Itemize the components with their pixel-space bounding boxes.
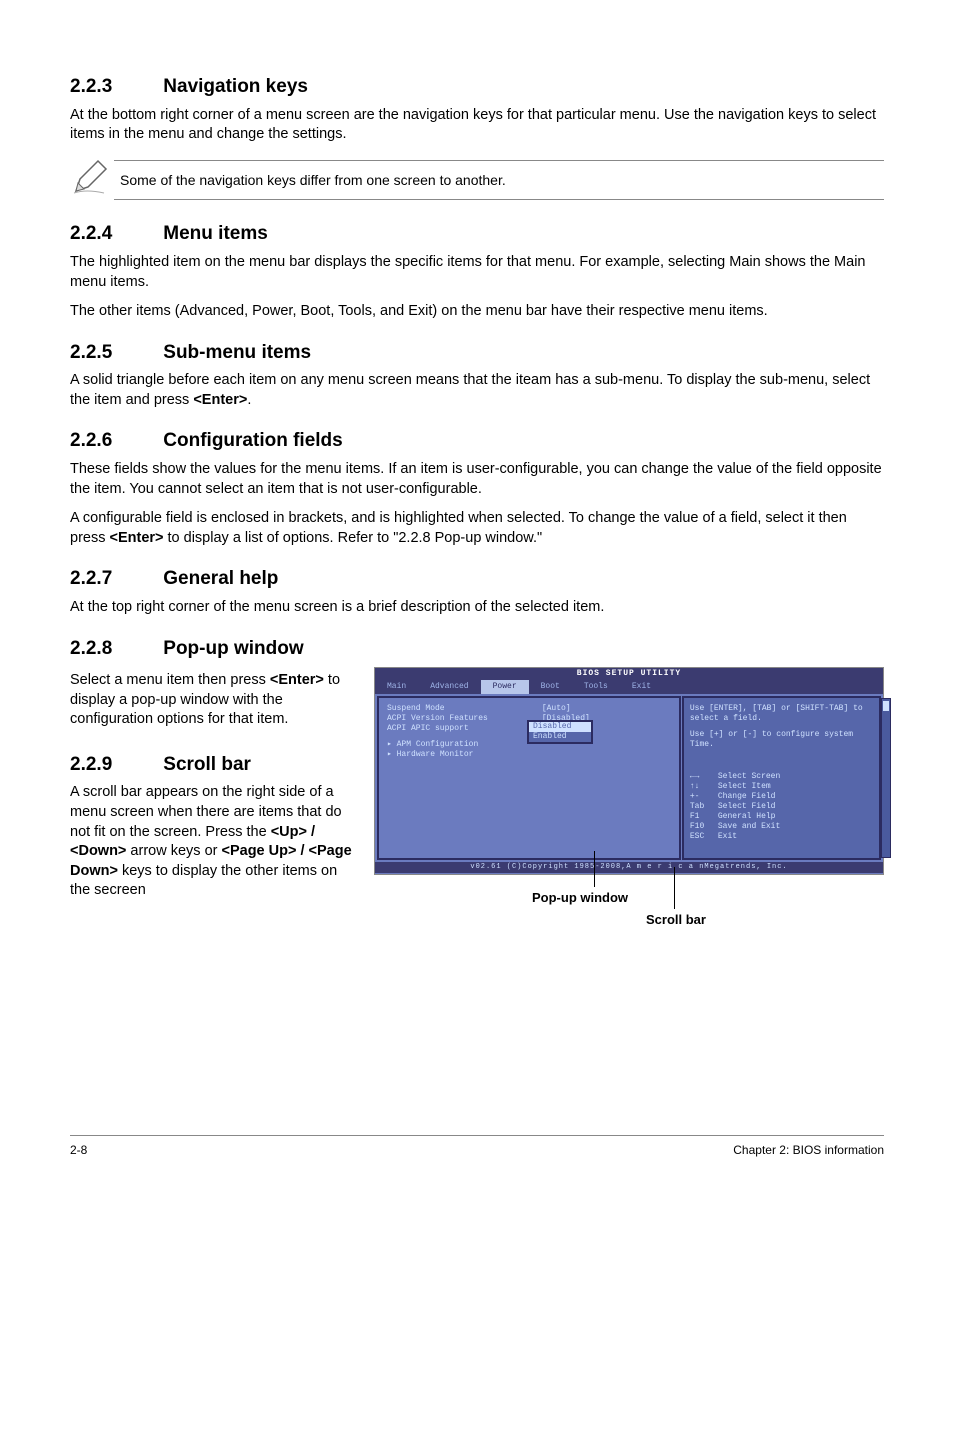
- bios-key: TabSelect Field: [690, 802, 873, 812]
- bios-copyright: v02.61 (C)Copyright 1985-2008,A m e r i …: [375, 862, 883, 873]
- para-2-2-6-a: These fields show the values for the men…: [70, 460, 884, 499]
- bios-scrollbar: [881, 698, 891, 858]
- bios-key-k: F1: [690, 812, 718, 822]
- bios-key: ESCExit: [690, 832, 873, 842]
- bios-tab-main: Main: [375, 680, 418, 694]
- heading-num: 2.2.4: [70, 221, 158, 247]
- bios-popup-option: Enabled: [529, 732, 591, 742]
- bios-key-d: Save and Exit: [718, 822, 780, 832]
- bios-help-text: Use [ENTER], [TAB] or [SHIFT-TAB] to sel…: [690, 704, 873, 724]
- bios-key-d: Select Field: [718, 802, 776, 812]
- bios-key-d: Change Field: [718, 792, 776, 802]
- text: A solid triangle before each item on any…: [70, 372, 870, 408]
- bios-key-k: F10: [690, 822, 718, 832]
- heading-num: 2.2.6: [70, 428, 158, 454]
- bios-key: +-Change Field: [690, 792, 873, 802]
- bios-key-d: Exit: [718, 832, 737, 842]
- heading-title: Configuration fields: [163, 430, 342, 451]
- bios-tab-advanced: Advanced: [418, 680, 480, 694]
- bios-key: ↑↓Select Item: [690, 782, 873, 792]
- figure-callouts: Pop-up window Scroll bar: [374, 881, 884, 935]
- heading-2-2-4: 2.2.4 Menu items: [70, 221, 884, 247]
- para-2-2-8: Select a menu item then press <Enter> to…: [70, 671, 360, 730]
- chapter-name: Chapter 2: BIOS information: [733, 1142, 884, 1158]
- heading-2-2-8: 2.2.8 Pop-up window: [70, 636, 884, 662]
- heading-title: Navigation keys: [163, 76, 308, 97]
- key-enter: <Enter>: [270, 672, 324, 688]
- bios-popup-option-selected: Disabled: [529, 722, 591, 732]
- heading-title: Scroll bar: [163, 754, 251, 775]
- callout-popup-label: Pop-up window: [532, 889, 628, 907]
- bios-key-k: +-: [690, 792, 718, 802]
- page-footer: 2-8 Chapter 2: BIOS information: [70, 1135, 884, 1158]
- note-block: Some of the navigation keys differ from …: [70, 157, 884, 204]
- bios-key-d: Select Item: [718, 782, 771, 792]
- key-enter: <Enter>: [193, 392, 247, 408]
- bios-key-k: ↑↓: [690, 782, 718, 792]
- pencil-note-icon: [70, 157, 114, 204]
- bios-key: F10Save and Exit: [690, 822, 873, 832]
- bios-key-k: ←→: [690, 772, 718, 782]
- heading-2-2-3: 2.2.3 Navigation keys: [70, 74, 884, 100]
- text: .: [247, 392, 251, 408]
- text: arrow keys or: [126, 843, 221, 859]
- bios-item-label: Suspend Mode: [387, 704, 542, 714]
- bios-tab-boot: Boot: [529, 680, 572, 694]
- heading-2-2-7: 2.2.7 General help: [70, 566, 884, 592]
- bios-key-k: ESC: [690, 832, 718, 842]
- bios-left-pane: Suspend Mode [Auto] ACPI Version Feature…: [377, 696, 681, 860]
- bios-figure: BIOS SETUP UTILITY Main Advanced Power B…: [374, 667, 884, 935]
- heading-title: Sub-menu items: [163, 342, 311, 363]
- text: to display a list of options. Refer to "…: [164, 530, 543, 546]
- callout-line: [594, 851, 595, 887]
- heading-num: 2.2.3: [70, 74, 158, 100]
- heading-title: General help: [163, 568, 278, 589]
- para-2-2-3: At the bottom right corner of a menu scr…: [70, 106, 884, 145]
- bios-help-text: Use [+] or [-] to configure system Time.: [690, 730, 873, 750]
- para-2-2-4-b: The other items (Advanced, Power, Boot, …: [70, 302, 884, 322]
- bios-scrollbar-thumb: [883, 701, 889, 711]
- heading-num: 2.2.9: [70, 752, 158, 778]
- heading-title: Menu items: [163, 223, 268, 244]
- text: Select a menu item then press: [70, 672, 270, 688]
- heading-2-2-5: 2.2.5 Sub-menu items: [70, 340, 884, 366]
- callout-scroll-label: Scroll bar: [646, 911, 706, 929]
- heading-2-2-9: 2.2.9 Scroll bar: [70, 752, 360, 778]
- bios-submenu: Hardware Monitor: [387, 750, 671, 760]
- heading-num: 2.2.8: [70, 636, 158, 662]
- bios-key-d: General Help: [718, 812, 776, 822]
- bios-popup: Disabled Enabled: [527, 720, 593, 744]
- bios-key: F1General Help: [690, 812, 873, 822]
- bios-title: BIOS SETUP UTILITY: [375, 668, 883, 680]
- bios-key: ←→Select Screen: [690, 772, 873, 782]
- key-enter: <Enter>: [110, 530, 164, 546]
- bios-key-k: Tab: [690, 802, 718, 812]
- heading-num: 2.2.5: [70, 340, 158, 366]
- para-2-2-6-b: A configurable field is enclosed in brac…: [70, 509, 884, 548]
- bios-tab-power: Power: [481, 680, 529, 694]
- callout-line: [674, 867, 675, 909]
- heading-title: Pop-up window: [163, 638, 303, 659]
- bios-item-value: [Auto]: [542, 704, 671, 714]
- bios-window: BIOS SETUP UTILITY Main Advanced Power B…: [374, 667, 884, 875]
- heading-num: 2.2.7: [70, 566, 158, 592]
- para-2-2-5: A solid triangle before each item on any…: [70, 371, 884, 410]
- heading-2-2-6: 2.2.6 Configuration fields: [70, 428, 884, 454]
- para-2-2-7: At the top right corner of the menu scre…: [70, 598, 884, 618]
- bios-key-d: Select Screen: [718, 772, 780, 782]
- bios-item-label: ACPI Version Features: [387, 714, 542, 724]
- page-number: 2-8: [70, 1142, 87, 1158]
- bios-tab-exit: Exit: [620, 680, 663, 694]
- para-2-2-9: A scroll bar appears on the right side o…: [70, 783, 360, 900]
- para-2-2-4-a: The highlighted item on the menu bar dis…: [70, 253, 884, 292]
- bios-item: Suspend Mode [Auto]: [387, 704, 671, 714]
- bios-tab-tools: Tools: [572, 680, 620, 694]
- bios-help-pane: Use [ENTER], [TAB] or [SHIFT-TAB] to sel…: [682, 696, 881, 860]
- bios-item-label: ACPI APIC support: [387, 724, 542, 734]
- bios-tabs: Main Advanced Power Boot Tools Exit: [375, 680, 883, 694]
- note-text: Some of the navigation keys differ from …: [114, 160, 884, 201]
